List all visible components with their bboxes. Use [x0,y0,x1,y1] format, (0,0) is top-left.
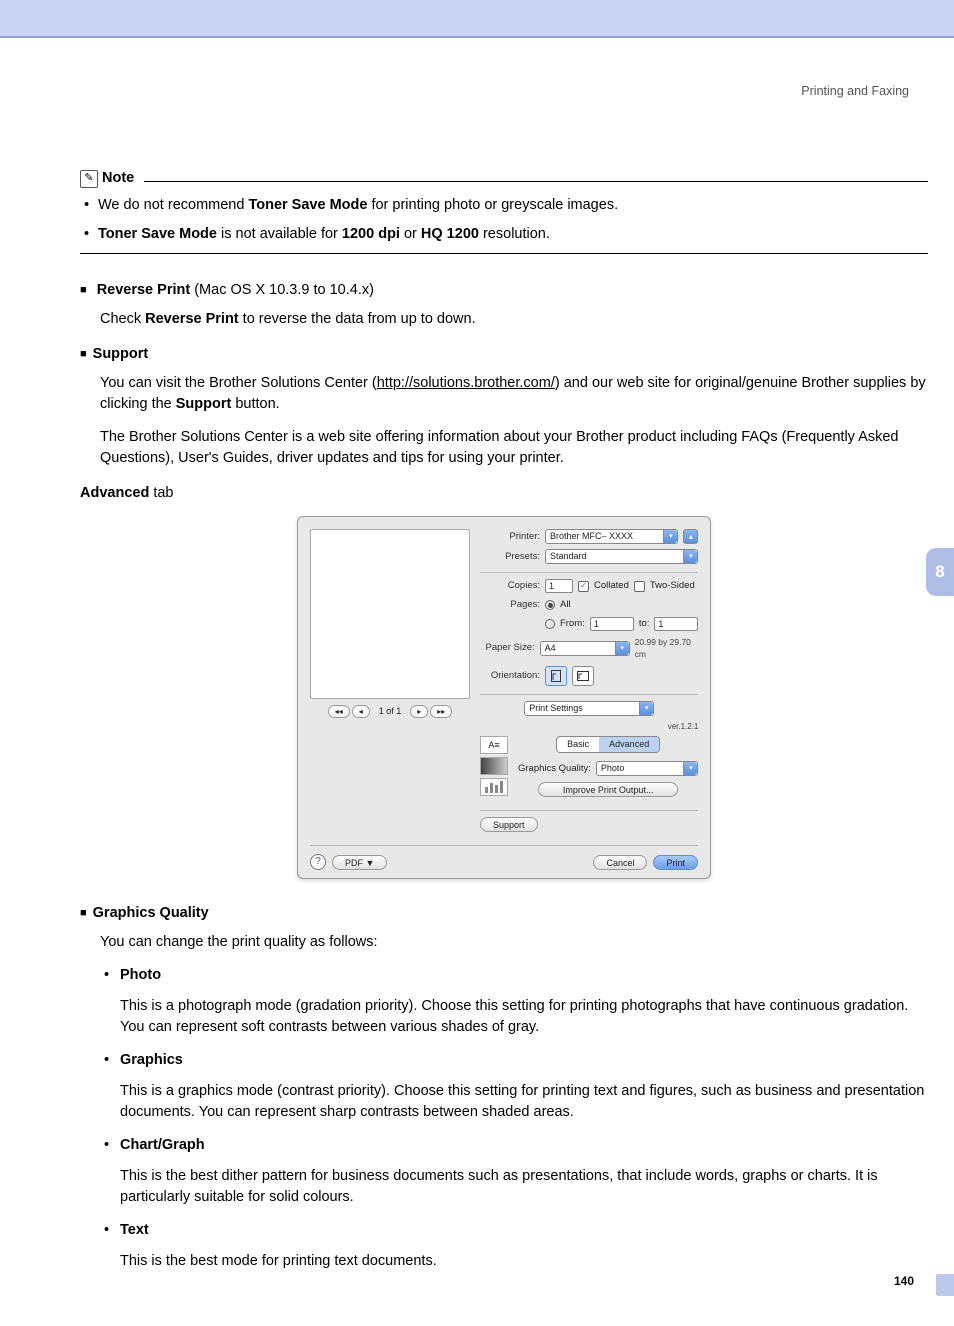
chapter-tab: 8 [926,548,954,596]
note-end-rule [80,253,928,254]
chevron-down-icon: ▾ [639,702,653,715]
preview-prev-button[interactable]: ◂ [352,705,370,718]
support-item: Support You can visit the Brother Soluti… [80,344,928,469]
graphics-quality-label: Graphics Quality: [518,762,591,776]
chevron-down-icon: ▾ [663,530,677,543]
copies-label: Copies: [480,579,540,593]
note-bullet-1: We do not recommend Toner Save Mode for … [98,195,928,216]
gradient-sample-icon [480,757,508,775]
reverse-print-title: Reverse Print [97,282,191,298]
tab-advanced[interactable]: Advanced [599,737,659,752]
note-label: Note [102,168,134,189]
page-content: ✎ Note We do not recommend Toner Save Mo… [0,38,954,1326]
graphics-quality-title: Graphics Quality [93,905,209,921]
preview-box [310,529,470,699]
tab-pill: Basic Advanced [556,736,660,753]
note-icon: ✎ [80,170,98,188]
orientation-label: Orientation: [480,669,540,683]
preview-first-button[interactable]: ◂◂ [328,705,350,718]
version-label: ver.1.2.1 [480,721,698,733]
graphics-quality-select[interactable]: Photo ▾ [596,761,699,776]
two-sided-checkbox[interactable] [634,581,645,592]
pages-from-radio[interactable] [545,619,555,629]
graphics-quality-item: Graphics Quality You can change the prin… [80,903,928,1272]
support-button[interactable]: Support [480,817,538,832]
help-icon[interactable]: ? [310,854,326,870]
chevron-down-icon: ▾ [683,762,697,775]
pages-all-label: All [560,598,571,612]
tab-basic[interactable]: Basic [557,737,599,752]
support-link[interactable]: http://solutions.brother.com/ [377,375,555,391]
page-side-tab [936,1274,954,1296]
top-band [0,0,954,38]
two-sided-label: Two-Sided [650,579,695,593]
gq-opt-graphics-name: Graphics [120,1052,183,1068]
pages-from-label: From: [560,617,585,631]
reverse-print-item: Reverse Print (Mac OS X 10.3.9 to 10.4.x… [80,280,928,330]
gq-opt-photo-desc: This is a photograph mode (gradation pri… [100,996,928,1038]
text-sample-icon: A≡ [480,736,508,754]
pages-to-input[interactable]: 1 [654,617,698,631]
chart-sample-icon [480,778,508,796]
note-rule [144,181,928,182]
gq-opt-text-desc: This is the best mode for printing text … [100,1251,928,1272]
gq-opt-text-name: Text [120,1222,149,1238]
print-settings-select[interactable]: Print Settings ▾ [524,701,654,716]
pages-all-radio[interactable] [545,600,555,610]
copies-input[interactable]: 1 [545,579,573,593]
gq-opt-photo-name: Photo [120,967,161,983]
collated-label: Collated [594,579,629,593]
preview-next-button[interactable]: ▸ [410,705,428,718]
improve-print-output-button[interactable]: Improve Print Output... [538,782,678,797]
pdf-button[interactable]: PDF ▼ [332,855,387,870]
preview-last-button[interactable]: ▸▸ [430,705,452,718]
advanced-tab-label: Advanced tab [80,483,928,504]
presets-select[interactable]: Standard ▾ [545,549,698,564]
cancel-button[interactable]: Cancel [593,855,647,870]
support-p2: The Brother Solutions Center is a web si… [100,427,928,469]
collated-checkbox[interactable]: ✓ [578,581,589,592]
note-section: ✎ Note We do not recommend Toner Save Mo… [80,168,928,254]
orientation-portrait-button[interactable] [545,666,567,686]
page-number: 140 [894,1273,914,1290]
print-dialog: ◂◂ ◂ 1 of 1 ▸ ▸▸ Printer: Brother MFC– X… [297,516,711,879]
gq-opt-chart-name: Chart/Graph [120,1137,205,1153]
printer-label: Printer: [480,530,540,544]
presets-label: Presets: [480,550,540,564]
paper-size-label: Paper Size: [480,641,535,655]
preview-page-label: 1 of 1 [371,705,410,718]
note-bullet-2: Toner Save Mode is not available for 120… [98,224,928,245]
pages-from-input[interactable]: 1 [590,617,634,631]
header-section-title: Printing and Faxing [801,82,909,100]
paper-size-select[interactable]: A4 ▾ [540,641,630,656]
gq-opt-chart-desc: This is the best dither pattern for busi… [100,1166,928,1208]
orientation-landscape-button[interactable] [572,666,594,686]
pages-to-label: to: [639,617,650,631]
pages-label: Pages: [480,598,540,612]
graphics-quality-intro: You can change the print quality as foll… [100,932,928,953]
printer-select[interactable]: Brother MFC– XXXX ▾ [545,529,678,544]
support-title: Support [93,346,149,362]
icon-strip: A≡ [480,736,510,802]
chevron-down-icon: ▾ [683,550,697,563]
printer-info-button[interactable]: ▴ [683,529,698,544]
chevron-down-icon: ▾ [615,642,629,655]
paper-dims: 20.99 by 29.70 cm [635,636,699,661]
gq-opt-graphics-desc: This is a graphics mode (contrast priori… [100,1081,928,1123]
print-button[interactable]: Print [653,855,698,870]
